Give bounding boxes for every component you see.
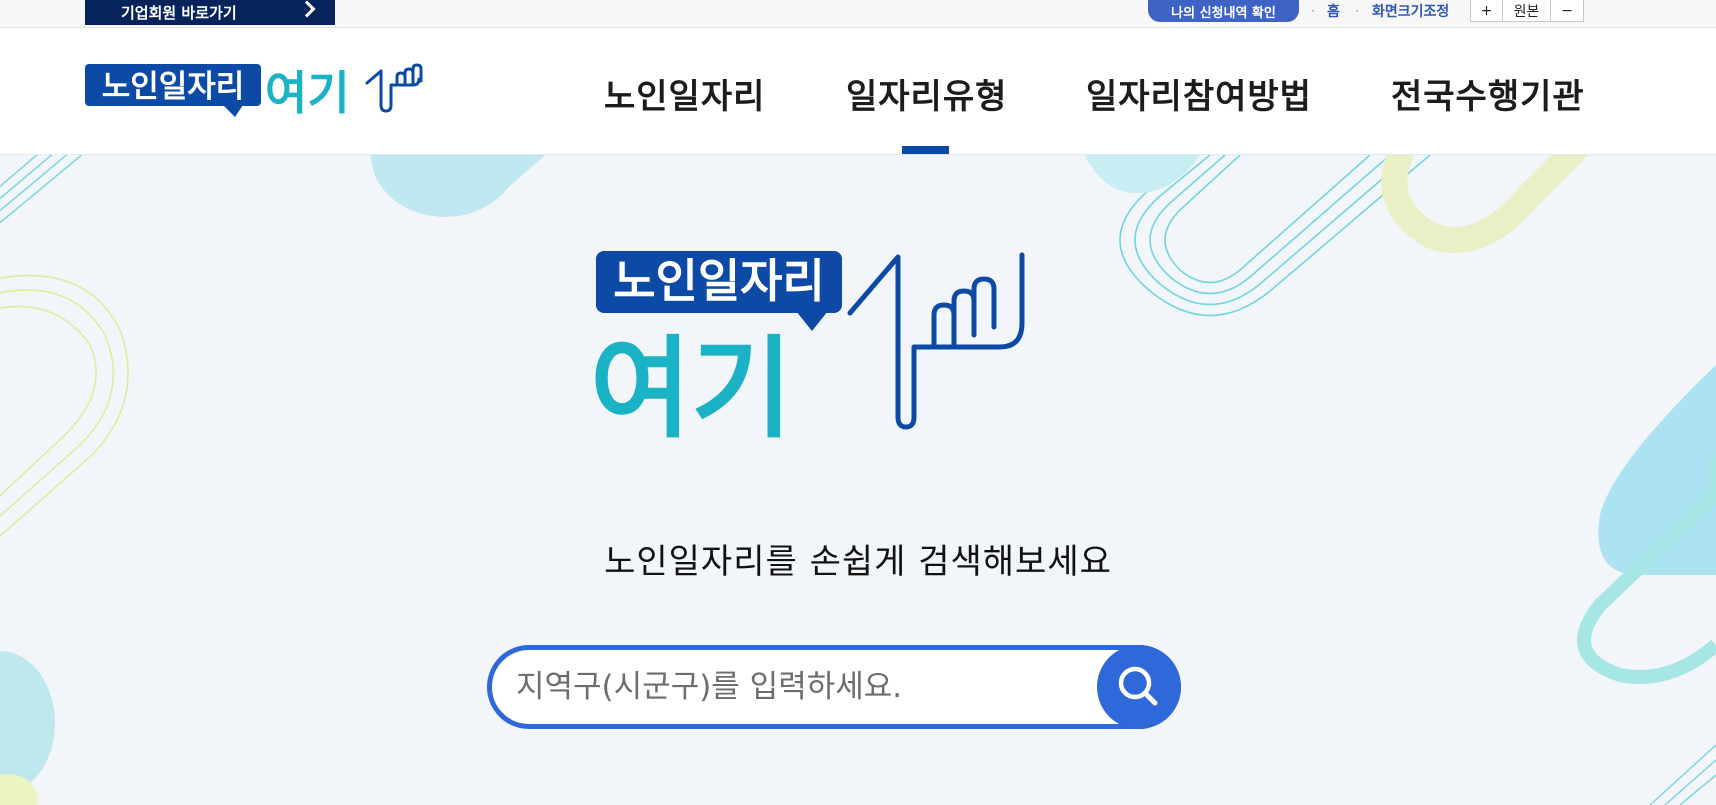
chevron-right-icon: [298, 0, 316, 18]
search-icon: [1118, 666, 1158, 706]
separator-dot: ·: [1355, 4, 1359, 18]
gnb-item-senior-jobs[interactable]: 노인일자리: [604, 68, 765, 118]
separator-dot: ·: [1311, 4, 1315, 18]
zoom-label: 화면크기조정: [1372, 4, 1450, 20]
site-logo-text-2: 여기: [265, 66, 350, 120]
corporate-member-link[interactable]: 기업회원 바로가기: [85, 0, 335, 25]
site-logo-link[interactable]: 노인일자리 여기: [85, 61, 425, 121]
corporate-member-link-label: 기업회원 바로가기: [121, 4, 237, 22]
hero-logo: 노인일자리 여기: [590, 251, 1025, 443]
zoom-out-button[interactable]: −: [1551, 0, 1583, 21]
home-link[interactable]: 홈: [1327, 0, 1340, 22]
my-application-history-button[interactable]: 나의 신청내역 확인: [1148, 0, 1299, 22]
gnb-item-job-types[interactable]: 일자리유형: [846, 68, 1007, 118]
zoom-in-button[interactable]: +: [1471, 0, 1503, 21]
hero-logo-text-1: 노인일자리: [613, 254, 825, 308]
hero-logo-text-2: 여기: [590, 325, 792, 443]
region-search-input[interactable]: [516, 664, 1076, 710]
site-logo-text-1: 노인일자리: [102, 69, 245, 105]
hero-tagline: 노인일자리를 손쉽게 검색해보세요: [604, 542, 1112, 582]
gnb-item-agencies[interactable]: 전국수행기관: [1391, 68, 1585, 118]
top-utility-bar: 기업회원 바로가기 나의 신청내역 확인 · 홈 · 화면크기조정 + 원본 −: [0, 0, 1716, 28]
zoom-controls: + 원본 −: [1470, 0, 1584, 22]
region-search-form: [487, 645, 1181, 729]
hand-pointer-icon: [365, 63, 423, 113]
zoom-reset-button[interactable]: 원본: [1503, 0, 1551, 21]
gnb-active-indicator: [902, 146, 949, 154]
gnb-item-how-to-participate[interactable]: 일자리참여방법: [1086, 68, 1312, 118]
hero-section: 노인일자리 여기 노인일자리를 손쉽게 검색해보세요: [0, 155, 1716, 805]
search-button[interactable]: [1097, 645, 1181, 729]
site-logo: 노인일자리 여기: [85, 63, 423, 120]
hand-pointer-icon: [847, 252, 1025, 430]
site-header: 노인일자리 여기 노인일자리 일자리유형 일자리참여방법 전국수행기관: [0, 28, 1716, 155]
